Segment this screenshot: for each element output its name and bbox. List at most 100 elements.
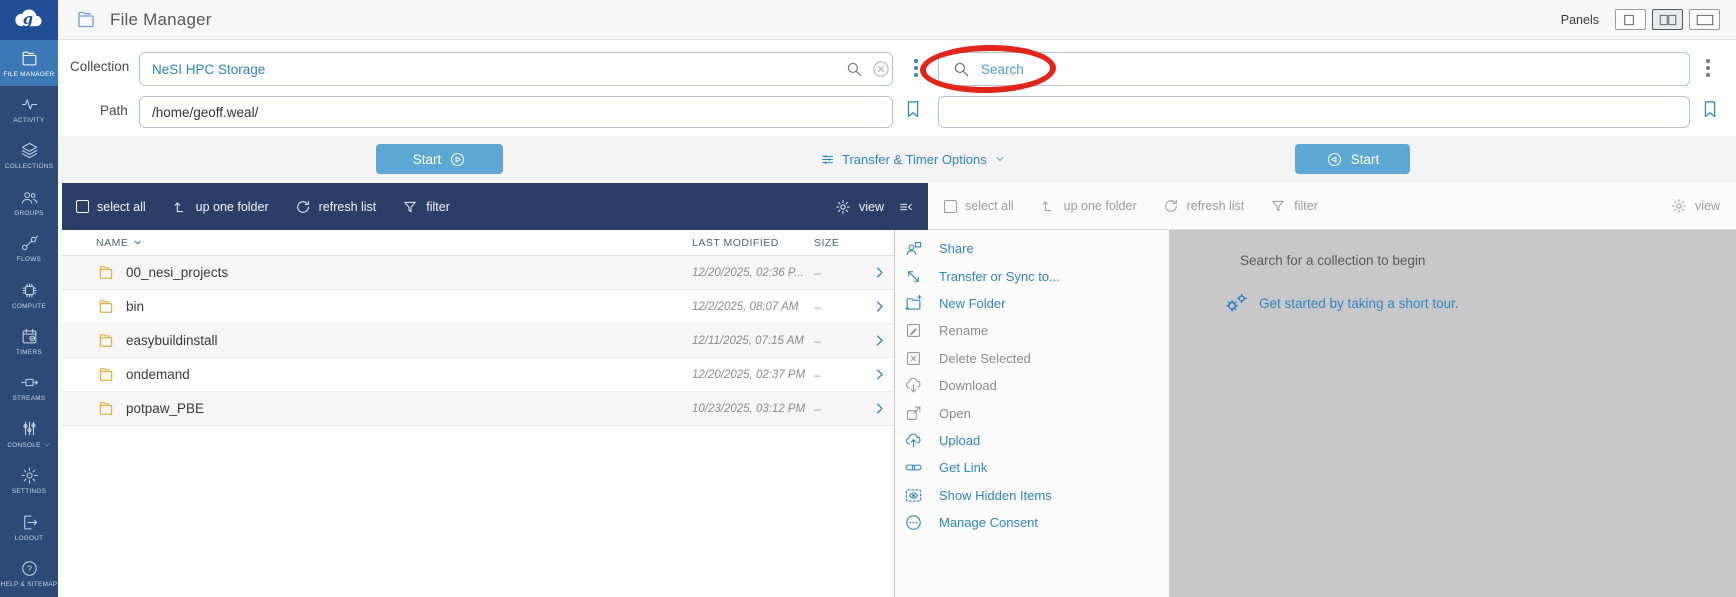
panels-layout-wide-button[interactable] [1689, 9, 1720, 30]
gear-icon [835, 199, 851, 215]
table-row[interactable]: 00_nesi_projects 12/20/2025, 02:36 P... … [62, 256, 894, 290]
menu-item-open: Open [895, 399, 1169, 426]
panels-label: Panels [1560, 12, 1599, 27]
sidebar-item-compute[interactable]: COMPUTE [0, 272, 58, 318]
sidebar-item-flows[interactable]: FLOWS [0, 226, 58, 272]
link-chain-icon [904, 458, 923, 477]
folder-icon [96, 400, 116, 417]
select-all-checkbox[interactable] [76, 200, 89, 213]
select-all-checkbox[interactable] [944, 199, 957, 213]
view-button[interactable]: view [835, 199, 884, 215]
file-list-header: NAME LAST MODIFIED SIZE [62, 230, 894, 256]
top-header: File Manager Panels [58, 0, 1736, 40]
size-header: SIZE [814, 236, 840, 249]
table-row[interactable]: easybuildinstall 12/11/2025, 07:15 AM – [62, 324, 894, 358]
people-icon [20, 188, 39, 207]
play-circle-icon [449, 151, 466, 168]
collection-options-kebab-icon[interactable] [910, 55, 922, 81]
chevron-right-icon[interactable] [872, 299, 887, 314]
table-row[interactable]: ondemand 12/20/2025, 02:37 PM – [62, 358, 894, 392]
consent-circle-icon [904, 513, 923, 532]
filter-button[interactable]: filter [1270, 198, 1318, 214]
menu-item-upload[interactable]: Upload [895, 427, 1169, 454]
up-one-folder-icon [172, 199, 188, 215]
path-input[interactable] [139, 96, 893, 128]
refresh-list-button[interactable]: refresh list [295, 199, 376, 215]
sidebar-item-streams[interactable]: STREAMS [0, 365, 58, 411]
filter-button[interactable]: filter [402, 199, 450, 215]
sliders-icon [20, 419, 39, 438]
folder-icon [96, 298, 116, 315]
menu-item-show-hidden-items[interactable]: Show Hidden Items [895, 482, 1169, 509]
sidebar-item-file-manager[interactable]: FILE MANAGER [0, 40, 58, 87]
action-menu: Share Transfer or Sync to... New Folder … [894, 230, 1170, 597]
chevron-right-icon[interactable] [872, 333, 887, 348]
chip-icon [20, 281, 39, 300]
menu-item-transfer-or-sync[interactable]: Transfer or Sync to... [895, 262, 1169, 289]
chevron-right-icon[interactable] [872, 367, 887, 382]
refresh-list-button[interactable]: refresh list [1163, 198, 1244, 214]
panels-layout-single-button[interactable] [1615, 9, 1646, 30]
search-input[interactable] [938, 52, 1690, 86]
sort-by-name-header[interactable]: NAME [96, 237, 692, 249]
sidebar-item-console[interactable]: CONSOLE [0, 411, 58, 457]
sidebar-nav: FILE MANAGER ACTIVITY COLLECTIONS GROUPS… [0, 40, 58, 597]
table-row[interactable]: potpaw_PBE 10/23/2025, 03:12 PM – [62, 392, 894, 426]
search-options-kebab-icon[interactable] [1702, 55, 1714, 81]
up-one-folder-button[interactable]: up one folder [1040, 198, 1137, 214]
calendar-check-icon [20, 327, 39, 346]
sidebar-item-groups[interactable]: GROUPS [0, 179, 58, 225]
empty-state-message: Search for a collection to begin [1240, 253, 1426, 268]
left-pane-toolbar: select all up one folder refresh list fi… [62, 183, 928, 230]
view-button[interactable]: view [1671, 198, 1720, 214]
right-empty-panel: Search for a collection to begin Get sta… [1170, 230, 1736, 597]
chevron-down-icon [43, 441, 51, 449]
clear-collection-icon[interactable] [871, 59, 891, 79]
layers-icon [20, 141, 39, 160]
select-all-button[interactable]: select all [944, 199, 1014, 213]
single-panel-icon [1619, 13, 1643, 27]
start-transfer-right-button[interactable]: Start [1295, 144, 1410, 174]
collection-label: Collection [70, 59, 130, 74]
bookmark-icon[interactable] [1700, 96, 1720, 122]
folder-icon [96, 366, 116, 383]
folder-icon [96, 332, 116, 349]
select-all-button[interactable]: select all [76, 200, 146, 214]
chevron-right-icon[interactable] [872, 401, 887, 416]
table-row[interactable]: bin 12/2/2025, 08:07 AM – [62, 290, 894, 324]
folder-icon [96, 264, 116, 281]
file-list-pane: NAME LAST MODIFIED SIZE 00_nesi_projects… [62, 230, 894, 597]
collapse-menu-icon[interactable] [898, 199, 914, 215]
menu-item-share[interactable]: Share [895, 235, 1169, 262]
sidebar-item-help-sitemap[interactable]: HELP & SITEMAP [0, 550, 58, 596]
menu-item-new-folder[interactable]: New Folder [895, 290, 1169, 317]
search-icon [845, 60, 863, 78]
menu-item-delete-selected: Delete Selected [895, 345, 1169, 372]
start-transfer-left-button[interactable]: Start [376, 144, 503, 174]
refresh-icon [1163, 198, 1179, 214]
sidebar-item-activity[interactable]: ACTIVITY [0, 86, 58, 132]
panels-layout-double-button[interactable] [1652, 9, 1683, 30]
sidebar-item-collections[interactable]: COLLECTIONS [0, 133, 58, 179]
rename-pencil-icon [904, 321, 923, 340]
sidebar-item-timers[interactable]: TIMERS [0, 318, 58, 364]
collection-input[interactable] [139, 52, 893, 86]
funnel-icon [402, 199, 418, 215]
sidebar-item-settings[interactable]: SETTINGS [0, 458, 58, 504]
up-one-folder-button[interactable]: up one folder [172, 199, 269, 215]
open-external-icon [904, 404, 923, 423]
path-input-right[interactable] [938, 96, 1690, 128]
chevron-right-icon[interactable] [872, 265, 887, 280]
menu-item-get-link[interactable]: Get Link [895, 454, 1169, 481]
last-modified-header: LAST MODIFIED [692, 236, 779, 249]
globus-file-manager-app: g FILE MANAGER ACTIVITY COLLECTIONS GROU… [0, 0, 1736, 597]
menu-item-manage-consent[interactable]: Manage Consent [895, 509, 1169, 536]
bookmark-icon[interactable] [903, 96, 923, 122]
sidebar: g FILE MANAGER ACTIVITY COLLECTIONS GROU… [0, 0, 58, 597]
globus-logo[interactable]: g [0, 0, 58, 40]
transfer-start-bar: Start Transfer & Timer Options Start [58, 136, 1736, 183]
menu-item-rename: Rename [895, 317, 1169, 344]
transfer-timer-options-toggle[interactable]: Transfer & Timer Options [820, 144, 1006, 174]
tour-link[interactable]: Get started by taking a short tour. [1222, 290, 1459, 317]
sidebar-item-logout[interactable]: LOGOUT [0, 504, 58, 550]
